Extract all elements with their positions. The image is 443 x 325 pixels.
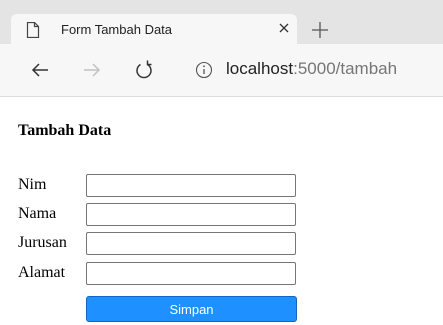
nama-input[interactable]: [86, 203, 296, 226]
alamat-label: Alamat: [18, 264, 66, 281]
refresh-icon[interactable]: [132, 58, 156, 82]
tab-strip: Form Tambah Data: [0, 0, 443, 44]
url-host: localhost: [226, 59, 294, 78]
url-path: :5000/tambah: [293, 59, 398, 78]
form-row-alamat: Alamat: [18, 262, 308, 285]
nama-label: Nama: [18, 205, 57, 222]
simpan-button[interactable]: Simpan: [86, 296, 297, 322]
back-arrow-icon[interactable]: [28, 58, 52, 82]
form-row-jurusan: Jurusan: [18, 232, 308, 255]
jurusan-input[interactable]: [86, 232, 296, 255]
form-row-nama: Nama: [18, 203, 308, 226]
nim-input[interactable]: [86, 174, 296, 197]
tab-title: Form Tambah Data: [61, 22, 173, 37]
forward-arrow-icon[interactable]: [80, 58, 104, 82]
close-icon[interactable]: [276, 20, 292, 36]
address-bar[interactable]: localhost:5000/tambah: [226, 59, 397, 79]
form-row-nim: Nim: [18, 174, 308, 197]
nim-label: Nim: [18, 176, 47, 193]
plus-icon[interactable]: [310, 20, 330, 40]
jurusan-label: Jurusan: [18, 234, 67, 251]
alamat-input[interactable]: [86, 262, 296, 285]
browser-tab[interactable]: Form Tambah Data: [11, 14, 297, 44]
info-icon[interactable]: [195, 61, 213, 79]
page-icon: [26, 21, 40, 39]
page-title: Tambah Data: [18, 122, 112, 139]
